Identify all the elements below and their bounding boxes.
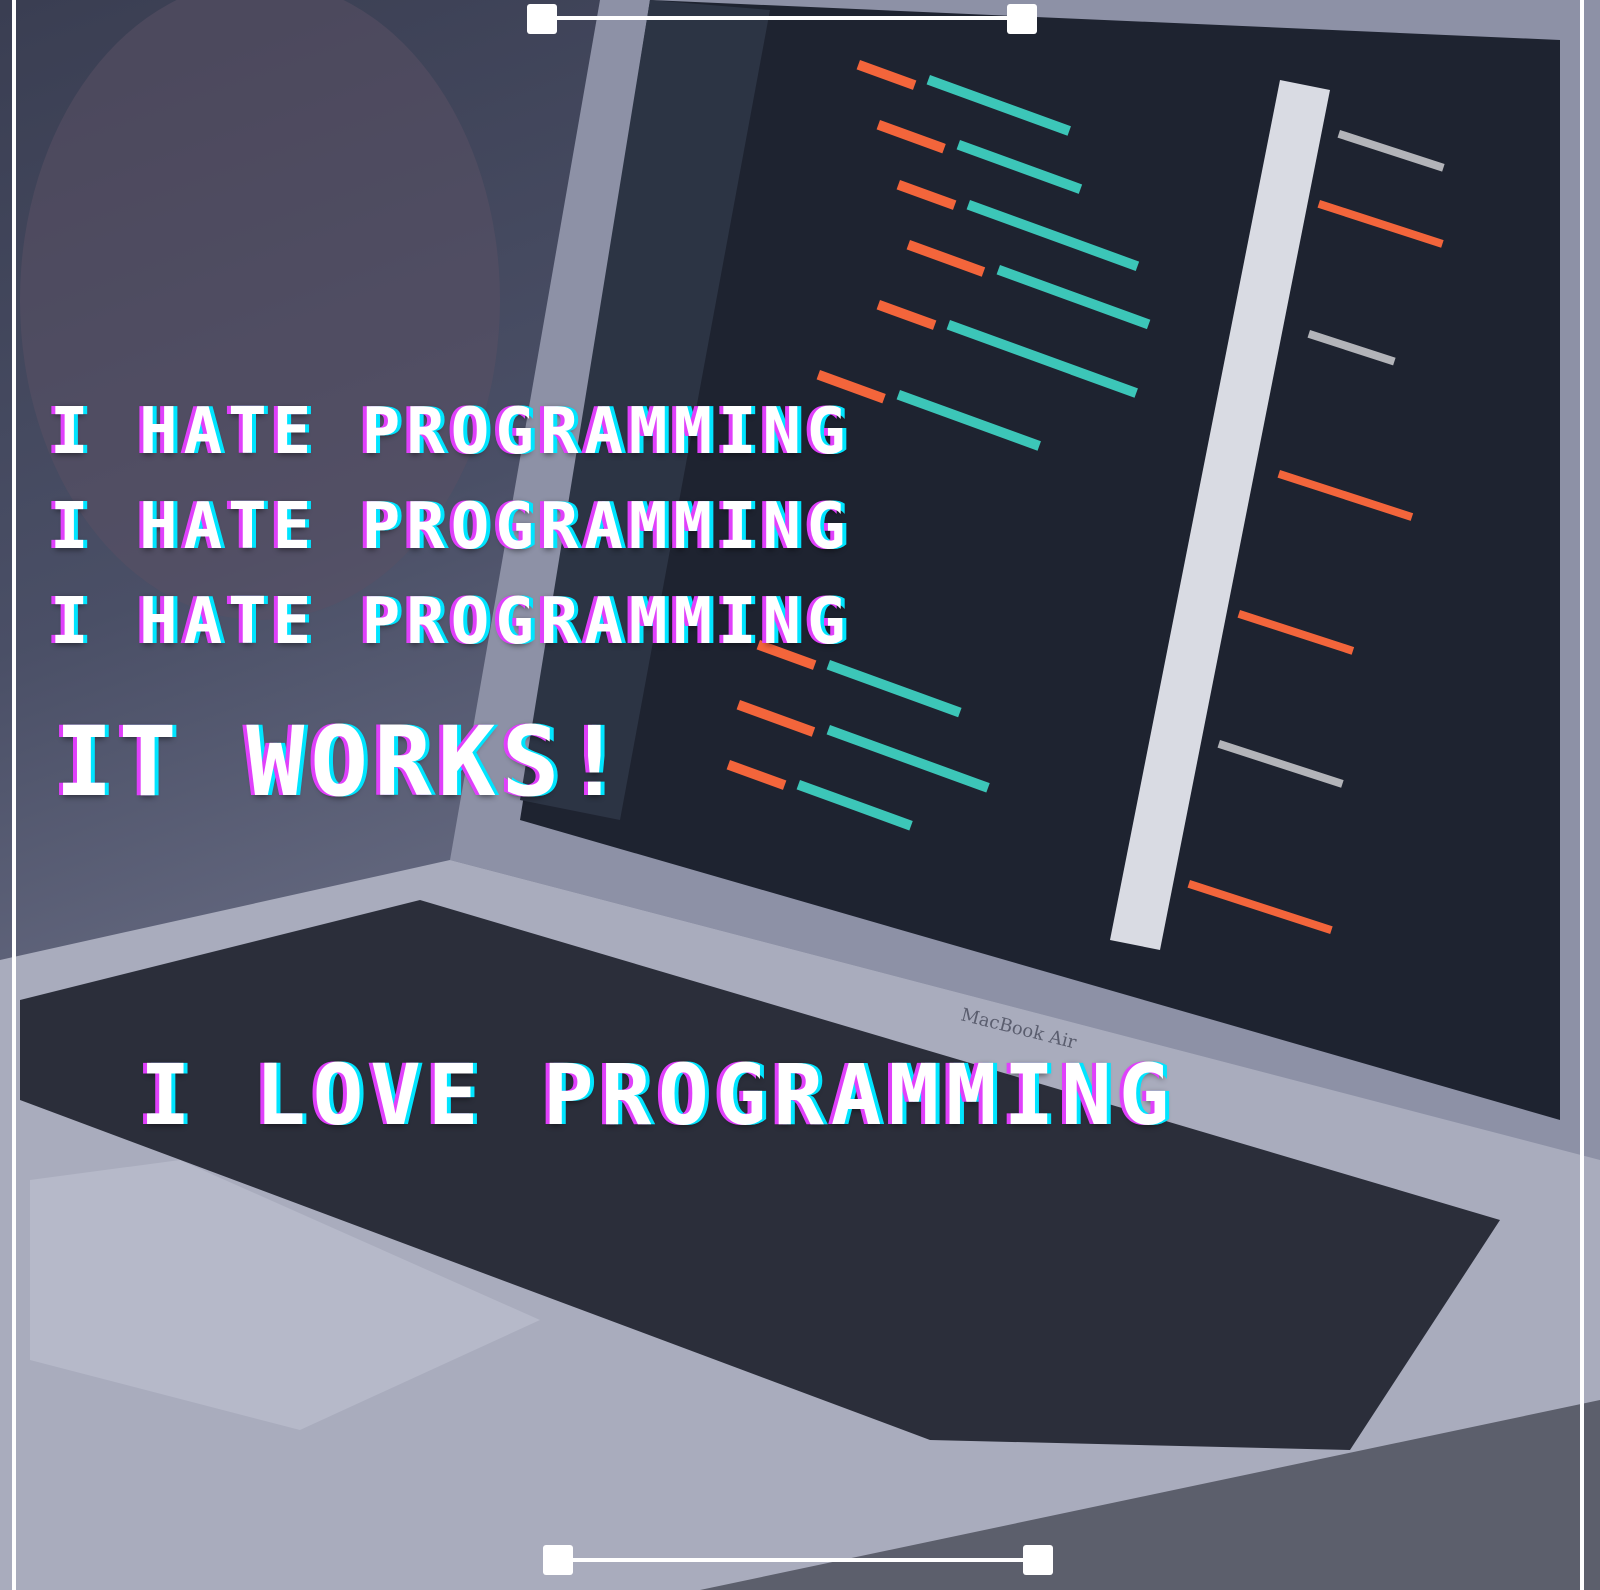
frame-right-line	[1580, 0, 1584, 1590]
hate-line-3: I HATE PROGRAMMING	[50, 585, 852, 659]
it-works-line: IT WORKS!	[55, 706, 630, 818]
love-line: I LOVE PROGRAMMING	[140, 1046, 1177, 1144]
frame-bottom-line	[555, 1558, 1035, 1562]
frame-top-line	[540, 16, 1020, 20]
frame-handle-bottom-right	[1023, 1545, 1053, 1575]
macbook-label: MacBook Air	[960, 1004, 1079, 1050]
meme-image: I HATE PROGRAMMING I HATE PROGRAMMING I …	[0, 0, 1600, 1590]
frame-left-line	[12, 0, 16, 1590]
frame-handle-top-left	[527, 4, 557, 34]
svg-text:MacBook Air: MacBook Air	[960, 1004, 1079, 1050]
hate-line-1: I HATE PROGRAMMING	[50, 395, 852, 469]
frame-handle-bottom-left	[543, 1545, 573, 1575]
hate-line-2: I HATE PROGRAMMING	[50, 490, 852, 564]
frame-handle-top-right	[1007, 4, 1037, 34]
